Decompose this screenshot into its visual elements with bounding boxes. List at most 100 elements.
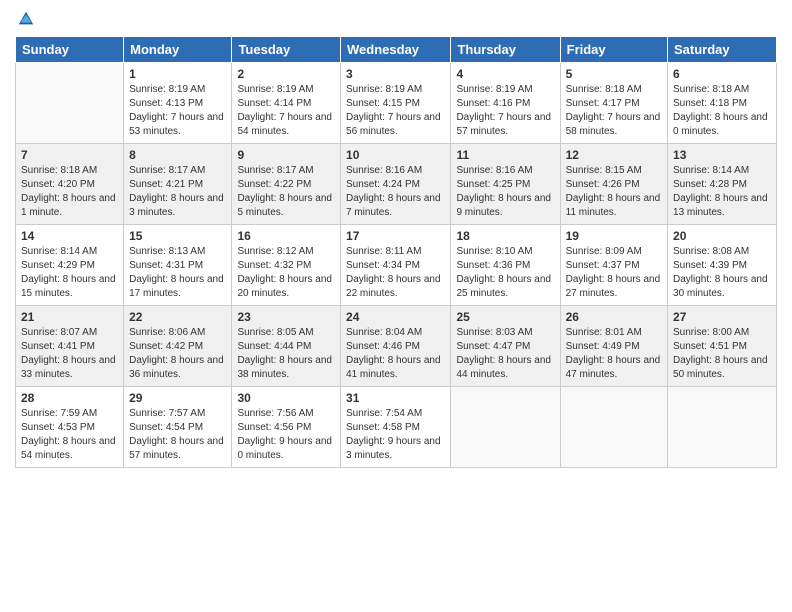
day-number: 9 xyxy=(237,148,335,162)
calendar-cell: 30 Sunrise: 7:56 AMSunset: 4:56 PMDayligh… xyxy=(232,387,341,468)
day-number: 19 xyxy=(566,229,662,243)
day-info: Sunrise: 8:19 AMSunset: 4:16 PMDaylight:… xyxy=(456,83,554,139)
day-number: 20 xyxy=(673,229,771,243)
day-info: Sunrise: 7:59 AMSunset: 4:53 PMDaylight:… xyxy=(21,407,118,463)
calendar-cell xyxy=(16,63,124,144)
col-header-saturday: Saturday xyxy=(668,37,777,63)
day-info: Sunrise: 8:05 AMSunset: 4:44 PMDaylight:… xyxy=(237,326,335,382)
calendar-cell: 6 Sunrise: 8:18 AMSunset: 4:18 PMDaylight… xyxy=(668,63,777,144)
day-info: Sunrise: 8:18 AMSunset: 4:17 PMDaylight:… xyxy=(566,83,662,139)
calendar-cell: 15 Sunrise: 8:13 AMSunset: 4:31 PMDayligh… xyxy=(124,225,232,306)
day-number: 18 xyxy=(456,229,554,243)
day-info: Sunrise: 8:12 AMSunset: 4:32 PMDaylight:… xyxy=(237,245,335,301)
day-number: 14 xyxy=(21,229,118,243)
calendar-cell: 31 Sunrise: 7:54 AMSunset: 4:58 PMDayligh… xyxy=(341,387,451,468)
calendar-cell: 28 Sunrise: 7:59 AMSunset: 4:53 PMDayligh… xyxy=(16,387,124,468)
day-info: Sunrise: 8:04 AMSunset: 4:46 PMDaylight:… xyxy=(346,326,445,382)
day-number: 23 xyxy=(237,310,335,324)
day-number: 24 xyxy=(346,310,445,324)
calendar-cell: 4 Sunrise: 8:19 AMSunset: 4:16 PMDaylight… xyxy=(451,63,560,144)
day-info: Sunrise: 8:09 AMSunset: 4:37 PMDaylight:… xyxy=(566,245,662,301)
day-info: Sunrise: 8:19 AMSunset: 4:13 PMDaylight:… xyxy=(129,83,226,139)
day-info: Sunrise: 8:16 AMSunset: 4:25 PMDaylight:… xyxy=(456,164,554,220)
calendar-cell xyxy=(668,387,777,468)
calendar-cell: 26Sunrise: 8:01 AMSunset: 4:49 PMDayligh… xyxy=(560,306,667,387)
col-header-wednesday: Wednesday xyxy=(341,37,451,63)
day-number: 3 xyxy=(346,67,445,81)
calendar-header-row: SundayMondayTuesdayWednesdayThursdayFrid… xyxy=(16,37,777,63)
day-number: 31 xyxy=(346,391,445,405)
day-number: 15 xyxy=(129,229,226,243)
day-info: Sunrise: 8:15 AMSunset: 4:26 PMDaylight:… xyxy=(566,164,662,220)
day-number: 11 xyxy=(456,148,554,162)
day-info: Sunrise: 8:06 AMSunset: 4:42 PMDaylight:… xyxy=(129,326,226,382)
calendar-cell xyxy=(451,387,560,468)
day-number: 6 xyxy=(673,67,771,81)
day-info: Sunrise: 8:00 AMSunset: 4:51 PMDaylight:… xyxy=(673,326,771,382)
day-info: Sunrise: 8:11 AMSunset: 4:34 PMDaylight:… xyxy=(346,245,445,301)
calendar-cell: 1 Sunrise: 8:19 AMSunset: 4:13 PMDaylight… xyxy=(124,63,232,144)
logo-icon xyxy=(17,10,35,28)
day-info: Sunrise: 8:10 AMSunset: 4:36 PMDaylight:… xyxy=(456,245,554,301)
col-header-friday: Friday xyxy=(560,37,667,63)
day-number: 4 xyxy=(456,67,554,81)
calendar-cell xyxy=(560,387,667,468)
calendar-week-row: 1 Sunrise: 8:19 AMSunset: 4:13 PMDaylight… xyxy=(16,63,777,144)
calendar-week-row: 14 Sunrise: 8:14 AMSunset: 4:29 PMDayligh… xyxy=(16,225,777,306)
day-number: 17 xyxy=(346,229,445,243)
day-number: 2 xyxy=(237,67,335,81)
calendar-cell: 14 Sunrise: 8:14 AMSunset: 4:29 PMDayligh… xyxy=(16,225,124,306)
day-number: 21 xyxy=(21,310,118,324)
col-header-thursday: Thursday xyxy=(451,37,560,63)
calendar-cell: 17 Sunrise: 8:11 AMSunset: 4:34 PMDayligh… xyxy=(341,225,451,306)
day-number: 28 xyxy=(21,391,118,405)
day-number: 13 xyxy=(673,148,771,162)
calendar-cell: 13 Sunrise: 8:14 AMSunset: 4:28 PMDayligh… xyxy=(668,144,777,225)
day-info: Sunrise: 8:17 AMSunset: 4:21 PMDaylight:… xyxy=(129,164,226,220)
calendar-week-row: 7Sunrise: 8:18 AMSunset: 4:20 PMDaylight… xyxy=(16,144,777,225)
day-info: Sunrise: 7:57 AMSunset: 4:54 PMDaylight:… xyxy=(129,407,226,463)
day-number: 7 xyxy=(21,148,118,162)
day-info: Sunrise: 8:17 AMSunset: 4:22 PMDaylight:… xyxy=(237,164,335,220)
day-number: 26 xyxy=(566,310,662,324)
day-number: 22 xyxy=(129,310,226,324)
day-number: 25 xyxy=(456,310,554,324)
day-info: Sunrise: 8:13 AMSunset: 4:31 PMDaylight:… xyxy=(129,245,226,301)
calendar-cell: 5 Sunrise: 8:18 AMSunset: 4:17 PMDaylight… xyxy=(560,63,667,144)
calendar-cell: 24 Sunrise: 8:04 AMSunset: 4:46 PMDayligh… xyxy=(341,306,451,387)
calendar-cell: 16 Sunrise: 8:12 AMSunset: 4:32 PMDayligh… xyxy=(232,225,341,306)
day-info: Sunrise: 8:19 AMSunset: 4:14 PMDaylight:… xyxy=(237,83,335,139)
calendar-cell: 7Sunrise: 8:18 AMSunset: 4:20 PMDaylight… xyxy=(16,144,124,225)
day-number: 8 xyxy=(129,148,226,162)
calendar-table: SundayMondayTuesdayWednesdayThursdayFrid… xyxy=(15,36,777,468)
day-number: 27 xyxy=(673,310,771,324)
day-number: 16 xyxy=(237,229,335,243)
day-info: Sunrise: 7:56 AMSunset: 4:56 PMDaylight:… xyxy=(237,407,335,463)
calendar-cell: 9 Sunrise: 8:17 AMSunset: 4:22 PMDaylight… xyxy=(232,144,341,225)
day-info: Sunrise: 8:08 AMSunset: 4:39 PMDaylight:… xyxy=(673,245,771,301)
day-info: Sunrise: 8:14 AMSunset: 4:29 PMDaylight:… xyxy=(21,245,118,301)
calendar-cell: 27 Sunrise: 8:00 AMSunset: 4:51 PMDayligh… xyxy=(668,306,777,387)
day-number: 29 xyxy=(129,391,226,405)
day-number: 30 xyxy=(237,391,335,405)
day-number: 5 xyxy=(566,67,662,81)
day-number: 1 xyxy=(129,67,226,81)
calendar-cell: 12 Sunrise: 8:15 AMSunset: 4:26 PMDayligh… xyxy=(560,144,667,225)
col-header-tuesday: Tuesday xyxy=(232,37,341,63)
calendar-cell: 23 Sunrise: 8:05 AMSunset: 4:44 PMDayligh… xyxy=(232,306,341,387)
day-info: Sunrise: 8:19 AMSunset: 4:15 PMDaylight:… xyxy=(346,83,445,139)
col-header-monday: Monday xyxy=(124,37,232,63)
calendar-cell: 22 Sunrise: 8:06 AMSunset: 4:42 PMDayligh… xyxy=(124,306,232,387)
calendar-cell: 10Sunrise: 8:16 AMSunset: 4:24 PMDayligh… xyxy=(341,144,451,225)
day-number: 12 xyxy=(566,148,662,162)
calendar-cell: 25Sunrise: 8:03 AMSunset: 4:47 PMDayligh… xyxy=(451,306,560,387)
day-info: Sunrise: 7:54 AMSunset: 4:58 PMDaylight:… xyxy=(346,407,445,463)
calendar-cell: 18 Sunrise: 8:10 AMSunset: 4:36 PMDayligh… xyxy=(451,225,560,306)
calendar-cell: 29 Sunrise: 7:57 AMSunset: 4:54 PMDayligh… xyxy=(124,387,232,468)
calendar-week-row: 28 Sunrise: 7:59 AMSunset: 4:53 PMDayligh… xyxy=(16,387,777,468)
day-info: Sunrise: 8:14 AMSunset: 4:28 PMDaylight:… xyxy=(673,164,771,220)
day-info: Sunrise: 8:07 AMSunset: 4:41 PMDaylight:… xyxy=(21,326,118,382)
day-info: Sunrise: 8:18 AMSunset: 4:18 PMDaylight:… xyxy=(673,83,771,139)
day-info: Sunrise: 8:16 AMSunset: 4:24 PMDaylight:… xyxy=(346,164,445,220)
col-header-sunday: Sunday xyxy=(16,37,124,63)
